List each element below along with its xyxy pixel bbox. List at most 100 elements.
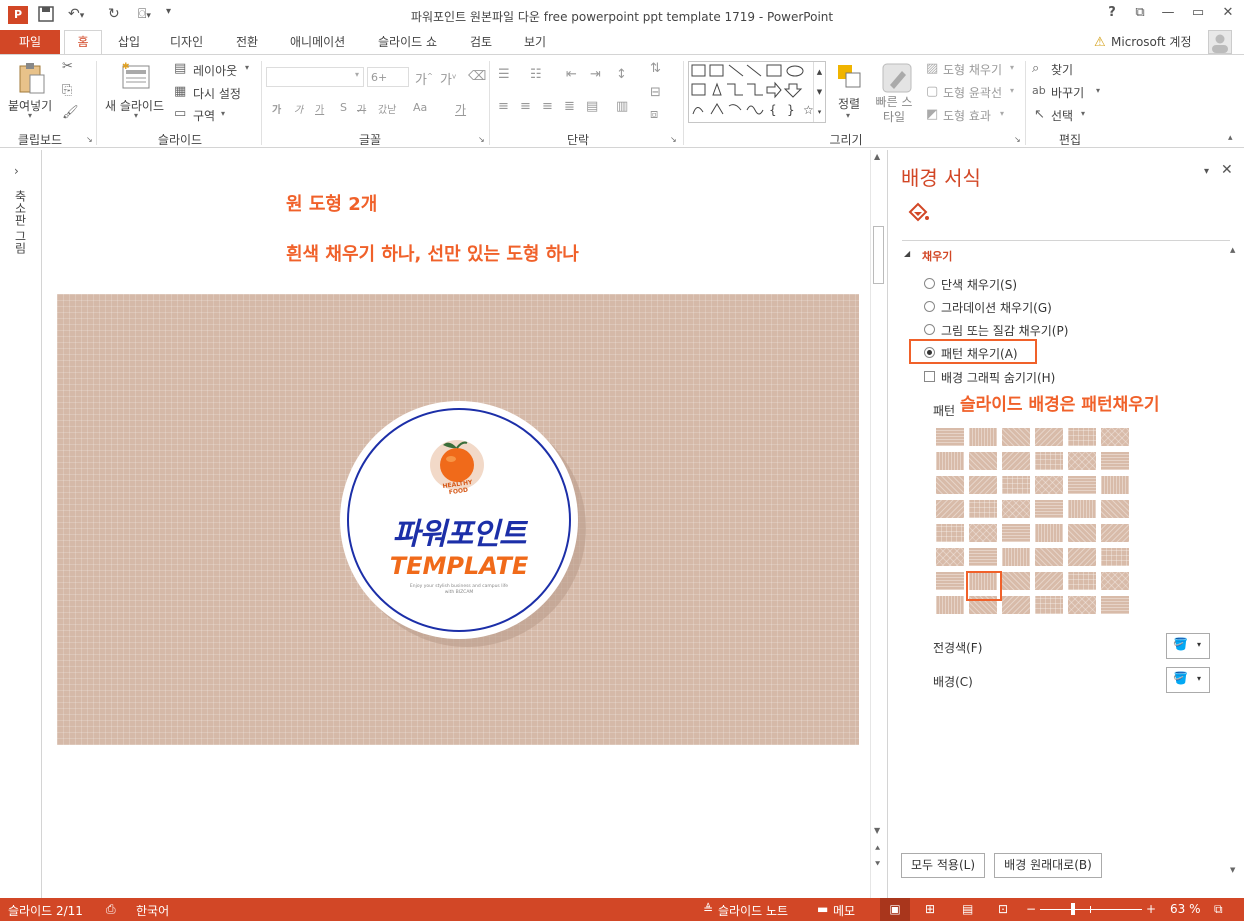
- tab-transitions[interactable]: 전환: [236, 33, 258, 53]
- format-painter-icon[interactable]: 🖌: [62, 105, 79, 120]
- arrange-button[interactable]: 정렬: [838, 95, 860, 112]
- underline-button[interactable]: 가: [315, 101, 324, 116]
- foreground-color-button[interactable]: 🪣 ▾: [1166, 633, 1210, 659]
- pane-close-icon[interactable]: ✕: [1221, 162, 1233, 178]
- pattern-swatch[interactable]: [1068, 476, 1096, 494]
- next-slide-icon[interactable]: ⯆: [874, 860, 881, 870]
- pattern-swatch[interactable]: [1068, 524, 1096, 542]
- pattern-swatch[interactable]: [936, 596, 964, 614]
- tab-insert[interactable]: 삽입: [118, 33, 140, 53]
- shape-fill-button[interactable]: 도형 채우기: [943, 61, 1002, 78]
- pattern-fill-radio[interactable]: [924, 347, 935, 358]
- replace-button[interactable]: 바꾸기: [1051, 84, 1084, 101]
- slide-canvas[interactable]: HEALTHY FOOD 파워포인트 TEMPLATE Enjoy your s…: [57, 294, 859, 745]
- pattern-swatch[interactable]: [1068, 596, 1096, 614]
- pattern-swatch[interactable]: [969, 476, 997, 494]
- pattern-swatch[interactable]: [1035, 500, 1063, 518]
- pattern-swatch[interactable]: [936, 524, 964, 542]
- pattern-swatch[interactable]: [1101, 500, 1129, 518]
- pattern-swatch[interactable]: [1035, 548, 1063, 566]
- pattern-swatch[interactable]: [1101, 548, 1129, 566]
- pattern-swatch[interactable]: [1101, 452, 1129, 470]
- gradient-fill-label[interactable]: 그라데이션 채우기(G): [941, 299, 1052, 316]
- layout-button[interactable]: 레이아웃: [193, 62, 237, 79]
- quick-styles-button[interactable]: 빠른 스타일: [872, 95, 916, 125]
- numbering-icon[interactable]: ☷: [530, 67, 542, 82]
- hide-graphics-checkbox[interactable]: [924, 371, 935, 382]
- tab-file[interactable]: 파일: [0, 30, 60, 54]
- gallery-more-icon[interactable]: ▾: [813, 102, 825, 122]
- italic-button[interactable]: 가: [294, 101, 303, 116]
- find-button[interactable]: 찾기: [1051, 61, 1073, 78]
- grow-font-icon[interactable]: 가^: [415, 69, 433, 88]
- fit-to-window-icon[interactable]: ⧉: [1214, 902, 1223, 917]
- gallery-scroll-down-icon[interactable]: ▼: [813, 82, 825, 102]
- pattern-swatch[interactable]: [936, 452, 964, 470]
- align-right-icon[interactable]: ≡: [542, 99, 553, 114]
- layout-dropdown-icon[interactable]: ▾: [245, 63, 249, 72]
- new-slide-icon[interactable]: ✱: [120, 61, 152, 91]
- scroll-thumb[interactable]: [873, 226, 884, 284]
- scroll-up-icon[interactable]: ▲: [874, 152, 880, 161]
- comments-button[interactable]: 메모: [833, 902, 855, 919]
- paste-dropdown-icon[interactable]: ▾: [28, 111, 32, 120]
- tab-slideshow[interactable]: 슬라이드 쇼: [378, 33, 437, 53]
- pattern-swatch[interactable]: [1068, 428, 1096, 446]
- shape-fill-dropdown-icon[interactable]: ▾: [1010, 63, 1014, 72]
- select-button[interactable]: 선택: [1051, 107, 1073, 124]
- smartart-icon[interactable]: ⧈: [650, 107, 658, 122]
- slide-title-english[interactable]: TEMPLATE: [357, 552, 561, 580]
- char-spacing-button[interactable]: 갔낟: [378, 101, 396, 116]
- zoom-slider[interactable]: [1040, 909, 1142, 910]
- pattern-swatch[interactable]: [969, 452, 997, 470]
- section-dropdown-icon[interactable]: ▾: [221, 109, 225, 118]
- shape-effects-dropdown-icon[interactable]: ▾: [1000, 109, 1004, 118]
- pattern-swatch[interactable]: [969, 524, 997, 542]
- reset-background-button[interactable]: 배경 원래대로(B): [994, 853, 1102, 878]
- strikethrough-button[interactable]: 가: [357, 101, 366, 116]
- normal-view-icon[interactable]: ▣: [880, 898, 910, 921]
- font-color-button[interactable]: 가: [455, 101, 466, 118]
- clipboard-launcher-icon[interactable]: ↘: [86, 135, 93, 144]
- pattern-swatch[interactable]: [936, 428, 964, 446]
- previous-slide-icon[interactable]: ⯅: [874, 844, 881, 854]
- pattern-swatch[interactable]: [969, 548, 997, 566]
- pattern-swatch[interactable]: [936, 548, 964, 566]
- tab-view[interactable]: 보기: [524, 33, 546, 53]
- pattern-swatch[interactable]: [1002, 452, 1030, 470]
- text-direction-icon[interactable]: ⇅: [650, 61, 661, 76]
- increase-indent-icon[interactable]: ⇥: [590, 67, 601, 82]
- picture-fill-label[interactable]: 그림 또는 질감 채우기(P): [941, 322, 1068, 339]
- pattern-fill-label[interactable]: 패턴 채우기(A): [941, 345, 1018, 362]
- help-button[interactable]: ?: [1098, 5, 1126, 25]
- tab-home[interactable]: 홈: [64, 30, 102, 55]
- pattern-swatch[interactable]: [1035, 428, 1063, 446]
- gallery-scroll-up-icon[interactable]: ▲: [813, 62, 825, 82]
- pattern-swatch[interactable]: [1068, 452, 1096, 470]
- zoom-out-icon[interactable]: −: [1026, 902, 1036, 916]
- pane-scrollbar-down-icon[interactable]: ▼: [1230, 866, 1235, 874]
- distributed-icon[interactable]: ▤: [586, 99, 598, 114]
- pattern-swatch[interactable]: [969, 500, 997, 518]
- pattern-swatch[interactable]: [1101, 428, 1129, 446]
- pane-options-dropdown-icon[interactable]: ▾: [1204, 166, 1209, 177]
- change-case-button[interactable]: Aa: [413, 101, 427, 114]
- font-name-field[interactable]: [266, 67, 364, 87]
- pattern-swatch[interactable]: [1035, 572, 1063, 590]
- pattern-swatch[interactable]: [1035, 596, 1063, 614]
- pattern-swatch[interactable]: [936, 500, 964, 518]
- pattern-swatch[interactable]: [1002, 596, 1030, 614]
- new-slide-dropdown-icon[interactable]: ▾: [134, 111, 138, 120]
- maximize-icon[interactable]: ▭: [1184, 5, 1212, 25]
- align-text-icon[interactable]: ⊟: [650, 85, 661, 100]
- notes-button[interactable]: 슬라이드 노트: [718, 902, 788, 919]
- spellcheck-icon[interactable]: ⎙: [106, 902, 116, 917]
- reading-view-icon[interactable]: ▤: [962, 902, 973, 916]
- account-link[interactable]: Microsoft 계정: [1111, 33, 1192, 53]
- shape-outline-button[interactable]: 도형 윤곽선: [943, 84, 1002, 101]
- pane-scrollbar-up-icon[interactable]: ▲: [1230, 246, 1235, 254]
- decrease-indent-icon[interactable]: ⇤: [566, 67, 577, 82]
- pattern-swatch[interactable]: [1002, 476, 1030, 494]
- tab-review[interactable]: 검토: [470, 33, 492, 53]
- align-center-icon[interactable]: ≡: [520, 99, 531, 114]
